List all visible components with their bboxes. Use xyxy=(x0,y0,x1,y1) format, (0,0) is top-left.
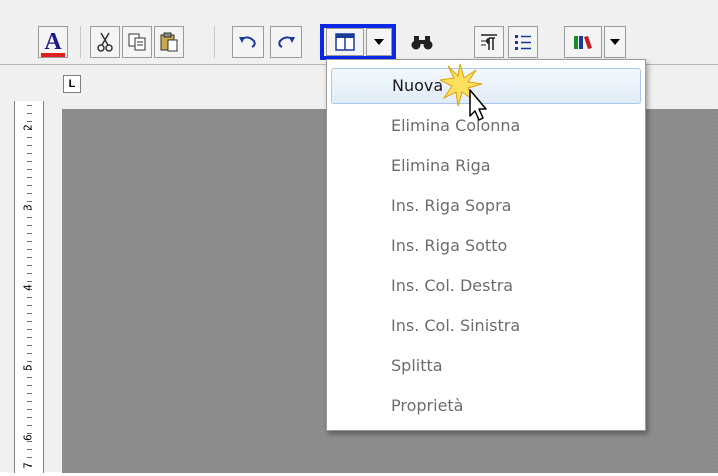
menu-item-elimina-colonna[interactable]: Elimina Colonna xyxy=(331,108,641,144)
toolbar: A xyxy=(0,0,718,64)
ruler-tick xyxy=(27,393,32,394)
ruler-tick xyxy=(27,153,32,154)
find-button[interactable] xyxy=(406,26,438,58)
paste-icon xyxy=(160,32,178,52)
ruler-tick xyxy=(27,449,32,450)
toolbar-separator xyxy=(80,26,81,58)
ruler-tick xyxy=(27,417,32,418)
font-color-icon: A xyxy=(41,29,66,57)
ruler-tick xyxy=(27,177,32,178)
paragraph-icon xyxy=(481,34,497,50)
ruler-tick xyxy=(27,353,32,354)
ruler-tick xyxy=(27,233,32,234)
undo-button[interactable] xyxy=(232,26,264,58)
menu-item-proprieta[interactable]: Proprietà xyxy=(331,388,641,424)
ruler-tick xyxy=(27,329,32,330)
table-button[interactable] xyxy=(326,28,364,56)
ruler-tick xyxy=(27,113,32,114)
redo-icon xyxy=(278,36,295,48)
ruler-tick xyxy=(27,409,32,410)
ruler-tick xyxy=(27,161,32,162)
ruler-tick xyxy=(27,273,32,274)
ruler-label: 2 xyxy=(21,124,35,131)
table-dropdown-menu: Nuova Elimina Colonna Elimina Riga Ins. … xyxy=(326,59,646,431)
paste-button[interactable] xyxy=(154,26,184,58)
ruler-tick xyxy=(27,193,32,194)
ruler-corner-tab-selector[interactable]: L xyxy=(63,75,81,93)
ruler-tick xyxy=(27,249,32,250)
table-dropdown-button[interactable] xyxy=(366,28,392,56)
ruler-tick xyxy=(27,225,32,226)
menu-item-elimina-riga[interactable]: Elimina Riga xyxy=(331,148,641,184)
ruler-tick xyxy=(27,321,32,322)
ruler-tick xyxy=(27,105,32,106)
menu-item-ins-col-sinistra[interactable]: Ins. Col. Sinistra xyxy=(331,308,641,344)
toolbar-separator xyxy=(214,26,215,58)
font-color-button[interactable]: A xyxy=(38,26,68,58)
ruler-label: 3 xyxy=(21,204,35,211)
ruler-label: 7 xyxy=(21,462,35,469)
ruler-tick xyxy=(27,385,32,386)
ruler-tick xyxy=(27,185,32,186)
library-dropdown-button[interactable] xyxy=(604,26,626,58)
ruler-tick xyxy=(27,401,32,402)
ruler-tick xyxy=(27,257,32,258)
menu-item-ins-col-destra[interactable]: Ins. Col. Destra xyxy=(331,268,641,304)
books-icon xyxy=(574,36,592,49)
menu-item-ins-riga-sopra[interactable]: Ins. Riga Sopra xyxy=(331,188,641,224)
ruler-label: 5 xyxy=(21,364,35,371)
ruler-tick xyxy=(27,425,32,426)
copy-icon xyxy=(128,33,146,51)
ruler-tick xyxy=(27,305,32,306)
redo-button[interactable] xyxy=(270,26,302,58)
cut-button[interactable] xyxy=(90,26,120,58)
list-icon xyxy=(515,35,531,50)
ruler-tick xyxy=(27,337,32,338)
ruler-tick xyxy=(27,345,32,346)
undo-icon xyxy=(239,36,256,48)
ruler-tick xyxy=(27,265,32,266)
table-icon xyxy=(335,33,355,51)
binoculars-icon xyxy=(411,36,433,50)
ruler-tick xyxy=(27,169,32,170)
ruler-label: 4 xyxy=(21,284,35,291)
ruler-tick xyxy=(27,241,32,242)
vertical-ruler: 2 3 4 5 6 7 xyxy=(14,101,44,473)
chevron-down-icon xyxy=(610,39,620,45)
ruler-tick xyxy=(27,313,32,314)
list-button[interactable] xyxy=(508,26,538,58)
library-button[interactable] xyxy=(564,26,602,58)
menu-item-splitta[interactable]: Splitta xyxy=(331,348,641,384)
copy-button[interactable] xyxy=(122,26,152,58)
ruler-tick xyxy=(27,145,32,146)
menu-item-ins-riga-sotto[interactable]: Ins. Riga Sotto xyxy=(331,228,641,264)
ruler-label: 6 xyxy=(21,434,35,441)
paragraph-button[interactable] xyxy=(474,26,504,58)
chevron-down-icon xyxy=(374,39,384,45)
menu-item-nuova[interactable]: Nuova xyxy=(331,68,641,104)
scissors-icon xyxy=(97,32,113,52)
